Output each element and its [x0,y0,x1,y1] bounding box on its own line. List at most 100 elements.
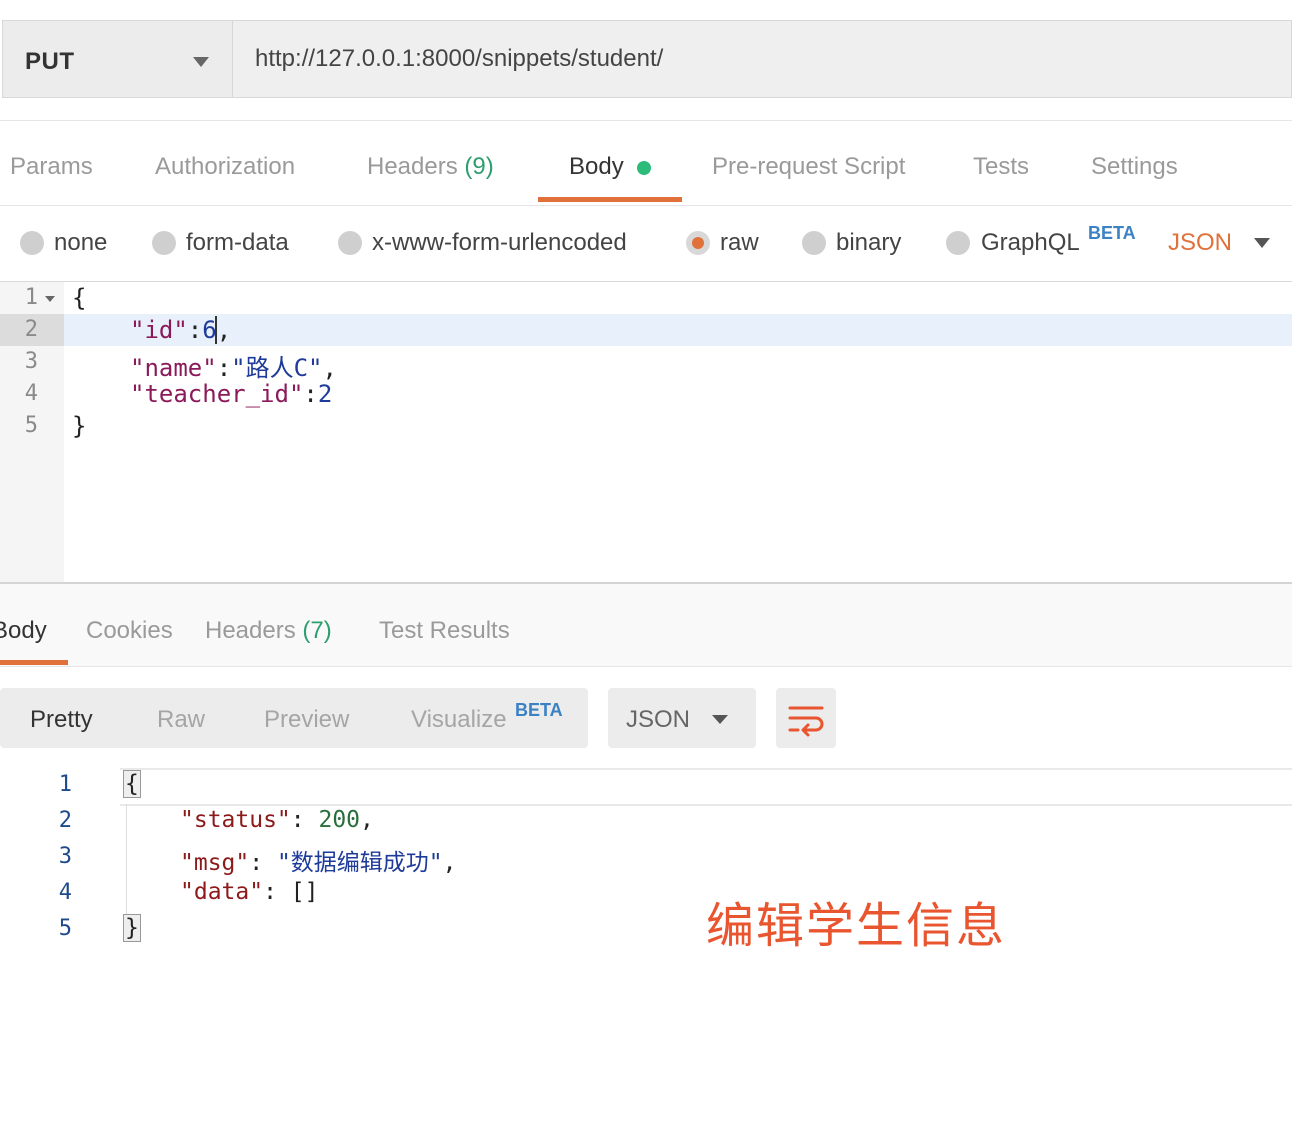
radio-label-raw[interactable]: raw [720,229,759,257]
tab-pre-request-script[interactable]: Pre-request Script [712,153,905,181]
tab-authorization[interactable]: Authorization [155,153,295,181]
line-number: 5 [58,916,72,941]
code-line: { [123,770,141,798]
url-input[interactable]: http://127.0.0.1:8000/snippets/student/ [232,20,1292,98]
json-colon: : [263,879,291,905]
tab-count: (9) [464,153,494,180]
response-tabs: Body Cookies Headers (7) Test Results [0,584,1292,667]
view-pretty-button[interactable]: Pretty [30,706,93,734]
matched-bracket: } [123,914,141,942]
code-line: "msg": "数据编辑成功", [180,843,457,877]
radio-label-none[interactable]: none [54,229,107,257]
wrap-lines-icon [788,706,824,737]
json-colon: : [187,316,203,344]
json-key: "data" [180,879,264,905]
tab-label: Headers [205,617,296,644]
response-panel: Body Cookies Headers (7) Test Results Pr… [0,584,1292,1148]
tab-label: Pre-request Script [712,153,906,180]
url-value: http://127.0.0.1:8000/snippets/student/ [255,45,664,72]
radio-none[interactable] [20,231,44,255]
method-label: PUT [25,48,75,75]
radio-form-data[interactable] [152,231,176,255]
response-format-select[interactable]: JSON [608,688,756,748]
beta-badge: BETA [1088,223,1136,243]
json-colon: : [303,380,318,408]
chevron-down-icon[interactable] [1254,238,1270,248]
indent-guide [126,804,127,916]
json-value: [] [290,879,319,905]
tab-label: Params [10,153,93,180]
request-bar: PUT http://127.0.0.1:8000/snippets/stude… [0,20,1292,100]
radio-label-form-data[interactable]: form-data [186,229,289,257]
wrap-lines-button[interactable] [776,688,836,748]
view-preview-button[interactable]: Preview [264,706,349,734]
json-key: "msg" [180,850,250,876]
line-number: 2 [24,317,38,342]
tab-label: Authorization [155,153,296,180]
tab-label: Body [569,153,624,180]
json-comma: , [322,354,337,382]
tab-settings[interactable]: Settings [1091,153,1178,181]
request-body-editor[interactable]: 1 2 3 4 5 { "id":6, "name":"路人C", "teach… [0,282,1292,584]
fold-caret-icon[interactable] [45,296,55,302]
tab-label: Headers [367,153,458,180]
json-comma: , [216,316,232,344]
response-format-label: JSON [626,706,691,733]
radio-label-binary[interactable]: binary [836,229,901,257]
json-value: "数据编辑成功" [276,850,443,876]
radio-graphql[interactable] [946,231,970,255]
view-visualize-button[interactable]: Visualize [411,706,507,734]
line-number: 2 [58,808,72,833]
active-dot-icon [637,161,651,175]
view-mode-group: Pretty Raw Preview Visualize BETA [0,688,588,748]
line-number: 4 [58,880,72,905]
tab-test-results[interactable]: Test Results [379,617,510,645]
tab-params[interactable]: Params [10,153,93,181]
json-colon: : [290,807,319,833]
tab-cookies[interactable]: Cookies [86,617,173,645]
tab-label: Settings [1091,153,1178,180]
radio-label-urlencoded[interactable]: x-www-form-urlencoded [372,229,627,257]
tab-response-headers[interactable]: Headers (7) [205,617,332,645]
line-number: 1 [58,772,72,797]
line-number: 5 [24,413,38,438]
text-cursor [215,316,217,344]
body-format-select[interactable]: JSON [1168,229,1232,257]
code-line: { [72,284,87,312]
json-value: "路人C" [231,354,323,382]
chevron-down-icon [193,57,209,67]
radio-label-graphql[interactable]: GraphQL [981,229,1080,257]
code-line: "teacher_id":2 [130,380,332,408]
json-value: 2 [317,380,333,408]
tab-body[interactable]: Body [569,153,624,181]
tab-response-body[interactable]: Body [0,617,47,645]
json-key: "name" [130,354,217,382]
active-line-highlight [120,768,1292,806]
json-key: "id" [130,316,188,344]
code-line: "name":"路人C", [130,348,337,383]
active-tab-indicator [538,197,682,202]
annotation-text: 编辑学生信息 [706,900,1007,953]
tab-count: (7) [302,617,332,644]
beta-badge: BETA [515,700,563,720]
method-dropdown[interactable]: PUT [2,20,232,98]
code-line: "data": [] [180,879,319,905]
json-value: 200 [318,807,361,833]
line-number: 1 [24,285,38,310]
tab-headers[interactable]: Headers (9) [367,153,494,181]
line-number: 4 [24,381,38,406]
tab-label: Tests [973,153,1030,180]
graphql-label: GraphQL [981,229,1080,256]
line-number: 3 [58,844,72,869]
active-tab-indicator [0,660,68,665]
view-raw-button[interactable]: Raw [157,706,205,734]
json-comma: , [360,807,374,833]
radio-urlencoded[interactable] [338,231,362,255]
chevron-down-icon [712,715,728,724]
json-colon: : [249,850,277,876]
radio-raw[interactable] [686,231,710,255]
radio-binary[interactable] [802,231,826,255]
json-key: "status" [180,807,291,833]
tab-tests[interactable]: Tests [973,153,1029,181]
line-number: 3 [24,349,38,374]
